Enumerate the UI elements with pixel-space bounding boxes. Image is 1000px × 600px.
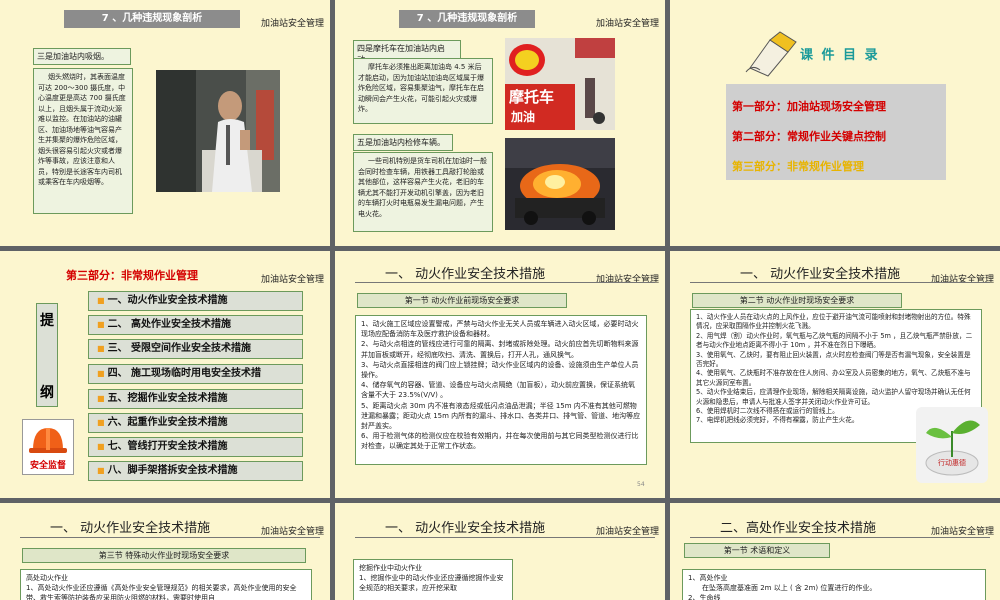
outline-item-label: 七、管线打开安全技术措施 <box>107 441 228 452</box>
content-text: 1、高处作业 在坠落高度基准面 2m 以上 ( 含 2m) 位置进行的作业。 2… <box>682 569 986 600</box>
side-char: 提 <box>40 313 54 329</box>
bullet-icon: ■ <box>97 394 105 403</box>
label-box: 三是加油站内吸烟。 <box>33 48 131 65</box>
badge-text: 行动惠德 <box>938 459 966 467</box>
sprout-icon <box>925 420 980 476</box>
contents-item[interactable]: 第二部分：常规作业关键点控制 <box>732 128 946 144</box>
bullet-icon: ■ <box>97 296 105 305</box>
content-text: 挖掘作业中动火作业 1、挖掘作业中的动火作业还应遵循挖掘作业安全规范的相关要求，… <box>353 559 513 600</box>
contents-item[interactable]: 第一部分：加油站现场安全管理 <box>732 98 946 114</box>
slide-header: 加油站安全管理 <box>260 19 324 29</box>
title-underline <box>690 282 990 283</box>
section-bar: 第一节 动火作业前现场安全要求 <box>357 293 567 308</box>
slide-title: 一、 动火作业安全技术措施 <box>50 521 211 536</box>
slide-hot-work-before[interactable]: 一、 动火作业安全技术措施 加油站安全管理 第一节 动火作业前现场安全要求 1、… <box>335 251 665 498</box>
contents-item[interactable]: 第三部分：非常规作业管理 <box>732 158 946 174</box>
slide-title: 二、高处作业安全技术措施 <box>720 521 877 536</box>
outline-item-label: 八、脚手架搭拆安全技术措施 <box>107 465 238 476</box>
section-bar: 第一节 术语和定义 <box>684 543 830 558</box>
slide-header: 加油站安全管理 <box>595 527 659 537</box>
section-bar: 第二节 动火作业时现场安全要求 <box>692 293 902 308</box>
slide-part-three-outline[interactable]: 第三部分：非常规作业管理 加油站安全管理 提 纲 安全监督 ■ 一、动火作业安全技… <box>0 251 330 498</box>
outline-item[interactable]: ■ 二、 高处作业安全技术措施 <box>88 315 303 335</box>
slide-title: 7 、几种违规现象剖析 <box>399 10 535 28</box>
slide-title: 一、 动火作业安全技术措施 <box>385 521 546 536</box>
bullet-icon: ■ <box>97 442 105 451</box>
outline-item[interactable]: ■ 四、 施工现场临时用电安全技术措 <box>88 364 303 384</box>
bullet-icon: ■ <box>97 344 105 353</box>
slide-header: 加油站安全管理 <box>930 527 994 537</box>
bullet-icon: ■ <box>97 466 105 475</box>
plant-badge: 行动惠德 <box>916 407 988 483</box>
slide-header: 加油站安全管理 <box>260 275 324 285</box>
outline-item-label: 六、起重作业安全技术措施 <box>107 417 228 428</box>
outline-side-label: 提 纲 <box>36 303 58 407</box>
slide-header: 加油站安全管理 <box>260 527 324 537</box>
slide-header: 加油站安全管理 <box>930 275 994 285</box>
slide-work-at-height[interactable]: 二、高处作业安全技术措施 加油站安全管理 第一节 术语和定义 1、高处作业 在坠… <box>670 503 1000 600</box>
outline-item-label: 五、挖掘作业安全技术措施 <box>107 393 228 404</box>
page-number: 54 <box>637 481 645 488</box>
slide-header: 加油站安全管理 <box>595 19 659 29</box>
body-text: 摩托车必须推出距离加油岛 4.5 米后才能启动，因为加油站加油岛区域属于爆炸危险… <box>353 58 493 124</box>
motorcycle-sign-photo: 摩托车 加油 <box>505 38 615 130</box>
title-underline <box>690 537 990 538</box>
slide-title: 一、 动火作业安全技术措施 <box>740 267 901 282</box>
section-bar: 第三节 特殊动火作业时现场安全要求 <box>22 548 306 563</box>
outline-item[interactable]: ■ 五、挖掘作业安全技术措施 <box>88 389 303 409</box>
outline-item-label: 一、动火作业安全技术措施 <box>107 295 228 306</box>
title-underline <box>355 537 655 538</box>
outline-item[interactable]: ■ 七、管线打开安全技术措施 <box>88 437 303 457</box>
slide-header: 加油站安全管理 <box>595 275 659 285</box>
slide-violation-smoking[interactable]: 7 、几种违规现象剖析 加油站安全管理 三是加油站内吸烟。 烟头燃烧时，其表面温… <box>0 0 330 246</box>
burning-truck-photo <box>505 138 615 230</box>
bullet-icon: ■ <box>97 320 105 329</box>
outline-item[interactable]: ■ 六、起重作业安全技术措施 <box>88 413 303 433</box>
slide-hot-work-during[interactable]: 一、 动火作业安全技术措施 加油站安全管理 第二节 动火作业时现场安全要求 1、… <box>670 251 1000 498</box>
helmet-icon <box>29 428 67 453</box>
photo-sign-text: 摩托车 <box>509 88 555 106</box>
slide-course-contents[interactable]: 课 件 目 录 第一部分：加油站现场安全管理 第二部分：常规作业关键点控制 第三部分… <box>670 0 1000 246</box>
content-text: 高处动火作业 1、高处动火作业还应遵循《高处作业安全管理规范》的相关要求，高处作… <box>20 569 312 600</box>
body-text: 一些司机特别是货车司机在加油时一般会同时检查车辆，用铁器工具敲打轮胎或其他部位，… <box>353 152 493 232</box>
outline-item-label: 四、 施工现场临时用电安全技术措 <box>107 368 262 379</box>
outline-item-label: 二、 高处作业安全技术措施 <box>107 319 232 330</box>
bullet-icon: ■ <box>97 418 105 427</box>
smoking-man-photo <box>156 70 280 192</box>
photo-sign-text: 加油 <box>511 110 536 124</box>
outline-item[interactable]: ■ 三、 受限空间作业安全技术措施 <box>88 339 303 359</box>
side-char: 纲 <box>40 385 54 401</box>
content-text: 1、动火施工区域应设置警戒，严禁与动火作业无关人员或车辆进入动火区域，必要时动火… <box>355 315 647 465</box>
chalk-icon <box>745 31 797 77</box>
bullet-icon: ■ <box>97 369 105 378</box>
slide-title: 一、 动火作业安全技术措施 <box>385 267 546 282</box>
label-box: 五是加油站内检修车辆。 <box>353 134 453 151</box>
body-text: 烟头燃烧时，其表面温度可达 200～300 摄氏度，中心温度更是高达 700 摄… <box>33 68 133 214</box>
outline-item[interactable]: ■ 一、动火作业安全技术措施 <box>88 291 303 311</box>
safety-helmet-badge: 安全监督 <box>22 419 74 475</box>
outline-item[interactable]: ■ 八、脚手架搭拆安全技术措施 <box>88 461 303 481</box>
slide-title: 课 件 目 录 <box>800 48 880 63</box>
slide-hot-work-excavation[interactable]: 一、 动火作业安全技术措施 加油站安全管理 挖掘作业中动火作业 1、挖掘作业中的… <box>335 503 665 600</box>
slide-hot-work-special[interactable]: 一、 动火作业安全技术措施 加油站安全管理 第三节 特殊动火作业时现场安全要求 … <box>0 503 330 600</box>
slide-title: 7 、几种违规现象剖析 <box>64 10 240 28</box>
title-underline <box>20 537 320 538</box>
title-underline <box>355 282 655 283</box>
badge-text: 安全监督 <box>29 461 66 471</box>
outline-item-label: 三、 受限空间作业安全技术措施 <box>107 343 252 354</box>
slide-violation-motorcycle[interactable]: 7 、几种违规现象剖析 加油站安全管理 四是摩托车在加油站内启动。 摩托车必须推… <box>335 0 665 246</box>
contents-panel: 第一部分：加油站现场安全管理 第二部分：常规作业关键点控制 第三部分：非常规作业管理 <box>726 84 946 180</box>
slide-title: 第三部分：非常规作业管理 <box>66 269 198 282</box>
